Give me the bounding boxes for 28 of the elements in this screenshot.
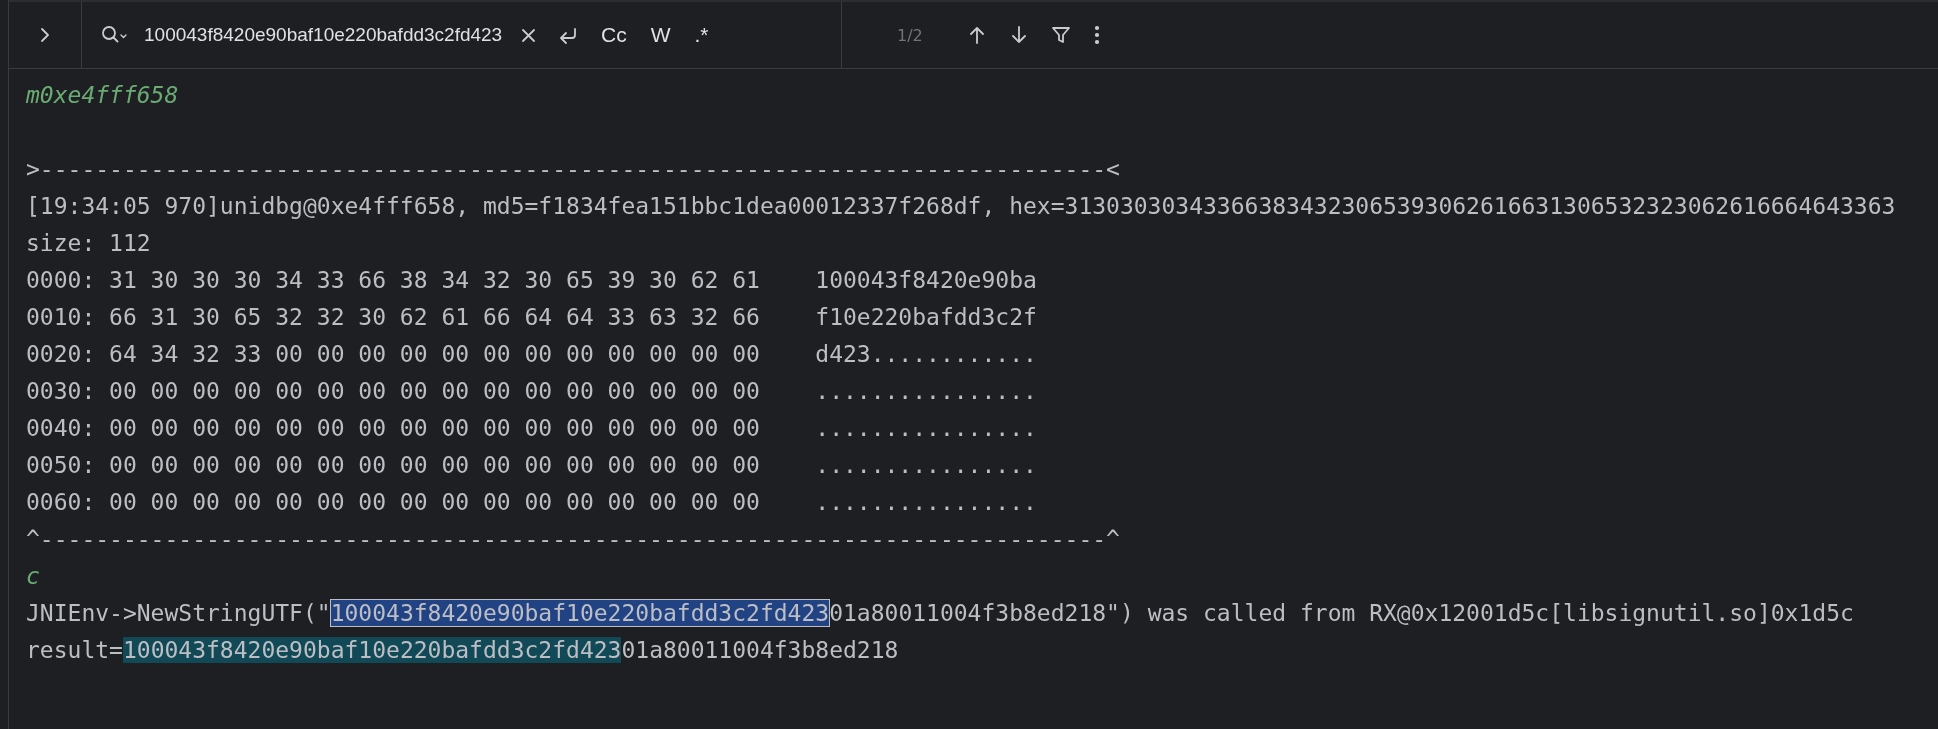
console-line: [19:34:05 970]unidbg@0xe4fff658, md5=f1834fea151bbc1dea00012337f268df, hex=313030303433663834323065393062616631306532323062616664643363 <box>26 193 1896 219</box>
console-line: 0000: 31 30 30 30 34 33 66 38 34 32 30 65 39 30 62 61 100043f8420e90ba <box>26 267 1037 293</box>
newline-icon <box>557 25 579 45</box>
search-field[interactable]: 100043f8420e90baf10e220bafdd3c2fd423 <box>144 24 504 46</box>
filter-icon <box>1050 25 1071 45</box>
console-line: size: 112 <box>26 230 151 256</box>
console-line: 0010: 66 31 30 65 32 32 30 62 61 66 64 64 33 63 32 66 f10e220bafdd3c2f <box>26 304 1037 330</box>
search-option-toggle[interactable]: .* <box>688 21 715 49</box>
console-line: >-----------------------------------------------------------------------------< <box>26 156 1120 182</box>
console-text: result= <box>26 637 123 663</box>
console-line: 0060: 00 00 00 00 00 00 00 00 00 00 00 00 00 00 00 00 ................ <box>26 489 1037 515</box>
console-line: m0xe4fff658 <box>26 82 179 108</box>
console-text: 01a80011004f3b8ed218 <box>621 637 899 663</box>
search-match: 100043f8420e90baf10e220bafdd3c2fd423 <box>122 637 622 663</box>
console-line: c <box>26 563 40 589</box>
console-line: 0040: 00 00 00 00 00 00 00 00 00 00 00 00 00 00 00 00 ................ <box>26 415 1037 441</box>
console-text: JNIEnv->NewStringUTF(" <box>26 600 331 626</box>
search-match: 100043f8420e90baf10e220bafdd3c2fd423 <box>330 600 830 626</box>
search-option-toggle[interactable]: Cc <box>595 21 633 49</box>
console-line: 0050: 00 00 00 00 00 00 00 00 00 00 00 00 00 00 00 00 ................ <box>26 452 1037 478</box>
search-option-toggle[interactable]: W <box>644 21 677 49</box>
close-icon <box>520 26 537 44</box>
console-text: 01a80011004f3b8ed218") was called from RX@0x12001d5c[libsignutil.so]0x1d5c <box>829 600 1854 626</box>
more-icon <box>1092 25 1101 45</box>
console-line: 0020: 64 34 32 33 00 00 00 00 00 00 00 00 00 00 00 00 d423............ <box>26 341 1037 367</box>
console-line: ^-----------------------------------------------------------------------------^ <box>26 526 1120 552</box>
console-line: 0030: 00 00 00 00 00 00 00 00 00 00 00 00 00 00 00 00 ................ <box>26 378 1037 404</box>
match-count: 1/2 <box>897 25 923 45</box>
